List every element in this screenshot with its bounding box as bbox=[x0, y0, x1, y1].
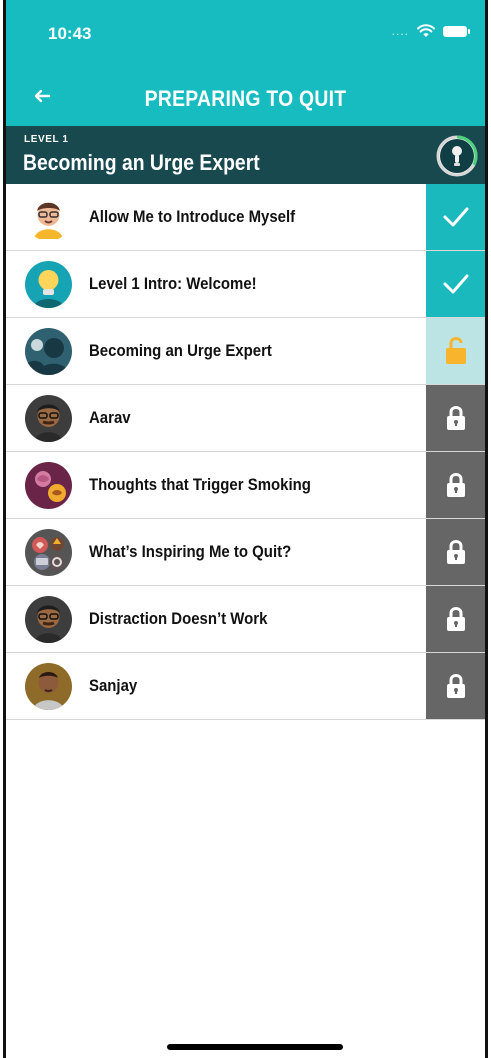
silhouette-avatar bbox=[25, 327, 72, 375]
app-screen: 10:43 .... PREPARING TO QUIT LEVEL 1 Bec… bbox=[3, 0, 488, 1058]
status-bar: 10:43 .... bbox=[6, 0, 485, 68]
level-label: LEVEL 1 bbox=[24, 134, 69, 145]
lesson-row[interactable]: Thoughts that Trigger Smoking bbox=[6, 452, 485, 519]
completed-indicator bbox=[426, 184, 485, 250]
lesson-title: Thoughts that Trigger Smoking bbox=[89, 475, 311, 494]
wifi-icon bbox=[417, 24, 435, 38]
level-progress-ring bbox=[435, 134, 479, 178]
lock-icon bbox=[446, 473, 465, 497]
signal-indicator: .... bbox=[391, 24, 409, 38]
lesson-row[interactable]: Aarav bbox=[6, 385, 485, 452]
lesson-title: Distraction Doesn’t Work bbox=[89, 609, 268, 628]
narrator-avatar bbox=[25, 193, 72, 241]
lesson-title: Allow Me to Introduce Myself bbox=[89, 207, 296, 226]
checkmark-icon bbox=[443, 207, 468, 227]
locked-indicator bbox=[426, 653, 485, 719]
lock-icon bbox=[446, 406, 465, 430]
lock-icon bbox=[446, 540, 465, 564]
brain-avatar bbox=[25, 461, 72, 509]
locked-indicator bbox=[426, 519, 485, 585]
battery-icon bbox=[443, 25, 470, 37]
lesson-row[interactable]: Allow Me to Introduce Myself bbox=[6, 184, 485, 251]
home-indicator bbox=[167, 1044, 343, 1050]
page-title: PREPARING TO QUIT bbox=[144, 86, 347, 111]
lesson-title: Sanjay bbox=[89, 676, 138, 695]
lesson-row[interactable]: Sanjay bbox=[6, 653, 485, 720]
completed-indicator bbox=[426, 251, 485, 317]
man-glasses-avatar bbox=[25, 595, 72, 643]
man-glasses-avatar bbox=[25, 394, 72, 442]
locked-indicator bbox=[426, 385, 485, 451]
lesson-title: Aarav bbox=[89, 408, 131, 427]
lock-icon bbox=[446, 607, 465, 631]
unlocked-lock-icon bbox=[445, 337, 466, 364]
status-time: 10:43 bbox=[48, 24, 92, 43]
lesson-row[interactable]: What’s Inspiring Me to Quit? bbox=[6, 519, 485, 586]
lock-icon bbox=[446, 674, 465, 698]
lesson-row[interactable]: Distraction Doesn’t Work bbox=[6, 586, 485, 653]
status-icons: .... bbox=[391, 24, 470, 38]
level-header: LEVEL 1 Becoming an Urge Expert bbox=[6, 126, 485, 184]
lesson-title: Becoming an Urge Expert bbox=[89, 341, 272, 360]
lightbulb-avatar bbox=[25, 260, 72, 308]
collage-avatar bbox=[25, 528, 72, 576]
level-title: Becoming an Urge Expert bbox=[23, 150, 260, 175]
current-lesson-indicator bbox=[426, 318, 485, 384]
top-navigation-bar: PREPARING TO QUIT bbox=[6, 68, 485, 126]
locked-indicator bbox=[426, 586, 485, 652]
man-avatar bbox=[25, 662, 72, 710]
lesson-list: Allow Me to Introduce Myself Level 1 Int… bbox=[6, 184, 485, 720]
checkmark-icon bbox=[443, 274, 468, 294]
lesson-row[interactable]: Becoming an Urge Expert bbox=[6, 318, 485, 385]
lesson-row[interactable]: Level 1 Intro: Welcome! bbox=[6, 251, 485, 318]
lesson-title: Level 1 Intro: Welcome! bbox=[89, 274, 257, 293]
locked-indicator bbox=[426, 452, 485, 518]
lesson-title: What’s Inspiring Me to Quit? bbox=[89, 542, 292, 561]
